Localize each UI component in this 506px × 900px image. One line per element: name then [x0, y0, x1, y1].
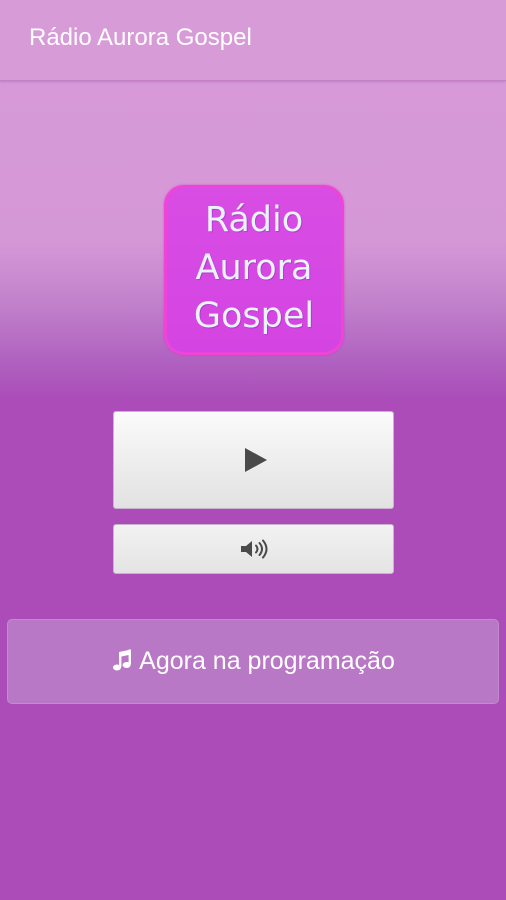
logo-line-1: Rádio	[204, 200, 304, 240]
now-playing-label: Agora na programação	[139, 647, 395, 675]
logo-line-3: Gospel	[193, 296, 315, 336]
now-playing-button[interactable]: Agora na programação	[7, 619, 499, 704]
play-icon	[244, 448, 267, 472]
volume-icon	[240, 539, 267, 559]
app-bar: Rádio Aurora Gospel	[0, 0, 506, 81]
music-note-icon	[113, 649, 132, 670]
volume-button[interactable]	[113, 524, 394, 574]
play-button[interactable]	[113, 411, 394, 509]
station-logo-text: Rádio Aurora Gospel	[194, 196, 314, 340]
logo-line-2: Aurora	[195, 248, 313, 288]
app-title: Rádio Aurora Gospel	[29, 24, 252, 51]
station-logo: Rádio Aurora Gospel	[164, 185, 344, 355]
